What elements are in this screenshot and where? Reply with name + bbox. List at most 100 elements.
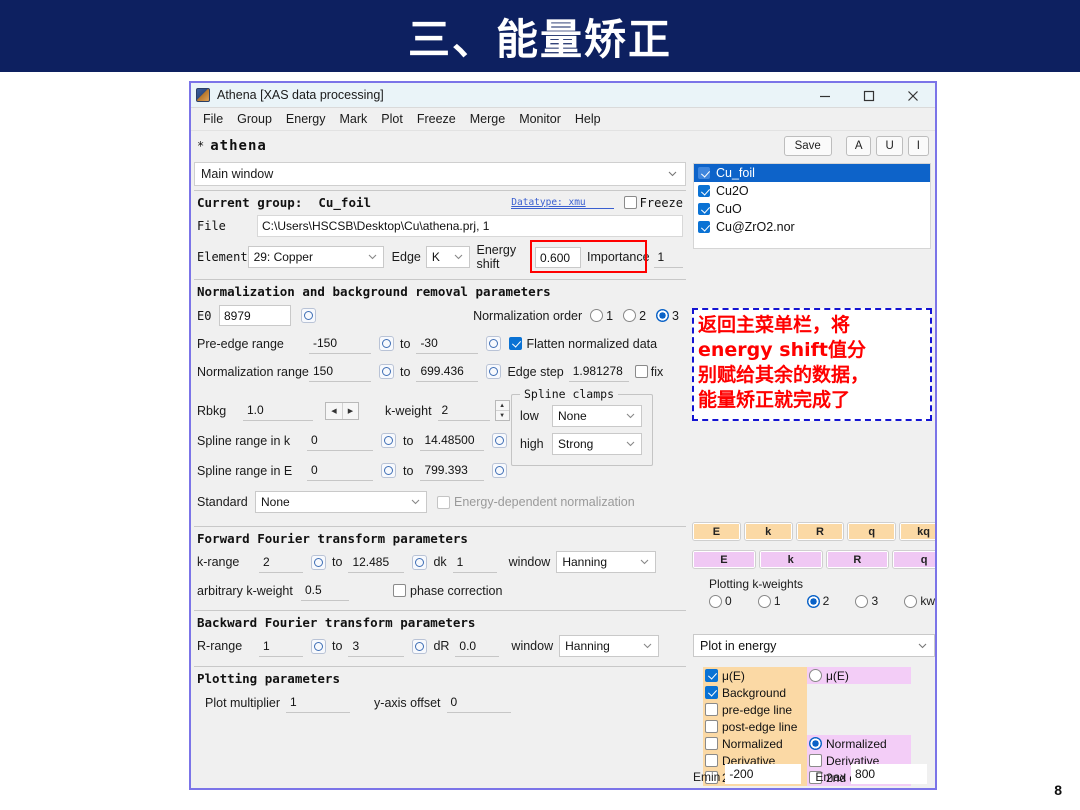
menu-help[interactable]: Help (568, 110, 608, 128)
spline-k-to-field[interactable]: 14.48500 (420, 430, 485, 451)
plot-kweight-radio-0[interactable] (709, 594, 722, 608)
importance-field[interactable]: 1 (653, 246, 684, 268)
menu-file[interactable]: File (196, 110, 230, 128)
plot-kweight-radio-1[interactable] (757, 594, 771, 608)
r-range-from-pluck-icon[interactable] (311, 638, 326, 654)
r-range-from-field[interactable]: 1 (259, 635, 303, 657)
menu-monitor[interactable]: Monitor (512, 110, 568, 128)
datatype-link[interactable]: Datatype: xmu (511, 197, 614, 209)
freeze-checkbox[interactable] (623, 196, 637, 209)
group-list-item-cu-foil[interactable]: Cu_foil (694, 164, 930, 182)
plot-multiplier-field[interactable]: 1 (286, 692, 351, 713)
plot-marked-kq-button[interactable]: kq (899, 522, 935, 541)
plot-marked-e-button[interactable]: E (692, 522, 741, 541)
menu-group[interactable]: Group (230, 110, 279, 128)
current-trace-normalized[interactable]: Normalized (807, 735, 911, 752)
file-path-field[interactable]: C:\Users\HSCSB\Desktop\Cu\athena.prj, 1 (257, 215, 683, 237)
marked-normalized-checkbox[interactable] (705, 737, 718, 750)
emin-field[interactable]: -200 (725, 764, 802, 784)
dr-field[interactable]: 0.0 (455, 635, 500, 657)
group-list-item-cu2o[interactable]: Cu2O (694, 182, 930, 200)
plot-marked-r-button[interactable]: R (795, 522, 845, 541)
plot-marked-k-button[interactable]: k (743, 522, 793, 541)
dk-field[interactable]: 1 (452, 551, 497, 573)
pre-edge-from-field[interactable]: -150 (309, 333, 371, 354)
plot-marked-q-button[interactable]: q (847, 522, 897, 541)
k-weight-spinner-down-icon[interactable]: ▼ (495, 410, 509, 420)
plot-current-e-button[interactable]: E (692, 550, 756, 569)
plot-kweight-option-3[interactable]: 3 (855, 594, 878, 608)
minimize-icon[interactable] (803, 83, 847, 108)
pre-edge-to-field[interactable]: -30 (416, 333, 479, 354)
plot-current-q-button[interactable]: q (892, 550, 935, 569)
group-checkbox[interactable] (698, 167, 710, 179)
plot-kweight-option-kw[interactable]: kw (904, 594, 935, 608)
current-trace-mue[interactable]: μ(E) (807, 667, 911, 684)
norm-order-radio-3[interactable] (656, 309, 670, 322)
menu-mark[interactable]: Mark (333, 110, 375, 128)
marked-trace-mue[interactable]: μ(E) (703, 667, 807, 684)
norm-range-from-field[interactable]: 150 (309, 361, 371, 382)
rbkg-stepper[interactable]: ◀ ▶ (325, 401, 359, 420)
select-all-button[interactable]: A (845, 135, 872, 156)
rbkg-stepper-right-icon[interactable]: ▶ (342, 402, 358, 419)
spline-e-to-pluck-icon[interactable] (492, 463, 508, 478)
edge-step-field[interactable]: 1.981278 (568, 361, 629, 382)
standard-select[interactable]: None (255, 491, 427, 513)
spline-e-to-field[interactable]: 799.393 (420, 460, 485, 481)
rbkg-field[interactable]: 1.0 (243, 400, 313, 421)
invert-selection-button[interactable]: I (907, 135, 929, 156)
forward-window-select[interactable]: Hanning (556, 551, 657, 573)
e0-field[interactable]: 8979 (219, 305, 291, 326)
marked-trace-post-edge-line[interactable]: post-edge line (703, 718, 807, 735)
marked-post-edge-checkbox[interactable] (705, 720, 718, 733)
group-list[interactable]: Cu_foil Cu2O CuO Cu@ZrO2.nor (693, 163, 931, 249)
k-weight-spinner-up-icon[interactable]: ▲ (496, 401, 509, 410)
spline-k-to-pluck-icon[interactable] (492, 433, 508, 448)
backward-window-select[interactable]: Hanning (559, 635, 660, 657)
menu-plot[interactable]: Plot (374, 110, 410, 128)
save-button[interactable]: Save (783, 135, 832, 156)
current-normalized-radio[interactable] (809, 737, 822, 750)
edge-step-fix-checkbox[interactable] (634, 365, 648, 378)
spline-e-from-pluck-icon[interactable] (381, 463, 396, 478)
plot-kweight-radio-3[interactable] (855, 594, 869, 608)
e0-pluck-icon[interactable] (301, 308, 316, 323)
edge-select[interactable]: K (425, 246, 470, 268)
k-range-to-pluck-icon[interactable] (412, 554, 428, 570)
k-weight-field[interactable]: 2 (437, 400, 490, 421)
marked-trace-pre-edge-line[interactable]: pre-edge line (703, 701, 807, 718)
plot-current-k-button[interactable]: k (758, 550, 823, 569)
k-range-to-field[interactable]: 12.485 (348, 551, 405, 573)
arbitrary-k-weight-field[interactable]: 0.5 (301, 580, 349, 601)
marked-trace-normalized[interactable]: Normalized (703, 735, 807, 752)
energy-shift-field[interactable]: 0.600 (535, 246, 582, 268)
plot-kweight-radio-2[interactable] (806, 594, 820, 608)
plot-kweight-option-1[interactable]: 1 (757, 594, 781, 608)
norm-order-radio-2[interactable] (623, 309, 637, 322)
emax-field[interactable]: 800 (851, 764, 928, 784)
current-mue-radio[interactable] (809, 669, 822, 682)
group-checkbox[interactable] (698, 185, 710, 197)
plot-current-r-button[interactable]: R (825, 550, 890, 569)
clamp-high-select[interactable]: Strong (552, 433, 642, 455)
menu-merge[interactable]: Merge (463, 110, 512, 128)
norm-range-to-field[interactable]: 699.436 (416, 361, 479, 382)
close-icon[interactable] (891, 83, 935, 108)
k-range-from-pluck-icon[interactable] (311, 554, 326, 570)
select-none-button[interactable]: U (876, 135, 903, 156)
norm-order-radio-1[interactable] (590, 309, 604, 322)
y-axis-offset-field[interactable]: 0 (446, 692, 511, 713)
marked-background-checkbox[interactable] (705, 686, 718, 699)
main-window-selector[interactable]: Main window (194, 162, 686, 186)
energy-dependent-normalization-checkbox[interactable] (437, 495, 450, 509)
r-range-to-field[interactable]: 3 (348, 635, 405, 657)
element-select[interactable]: 29: Copper (247, 246, 384, 268)
marked-mue-checkbox[interactable] (705, 669, 718, 682)
plot-kweight-option-2[interactable]: 2 (806, 594, 829, 608)
plot-kweight-option-0[interactable]: 0 (709, 594, 732, 608)
clamp-low-select[interactable]: None (552, 405, 642, 427)
spline-k-from-pluck-icon[interactable] (381, 433, 396, 448)
group-checkbox[interactable] (698, 221, 710, 233)
k-range-from-field[interactable]: 2 (259, 551, 303, 573)
